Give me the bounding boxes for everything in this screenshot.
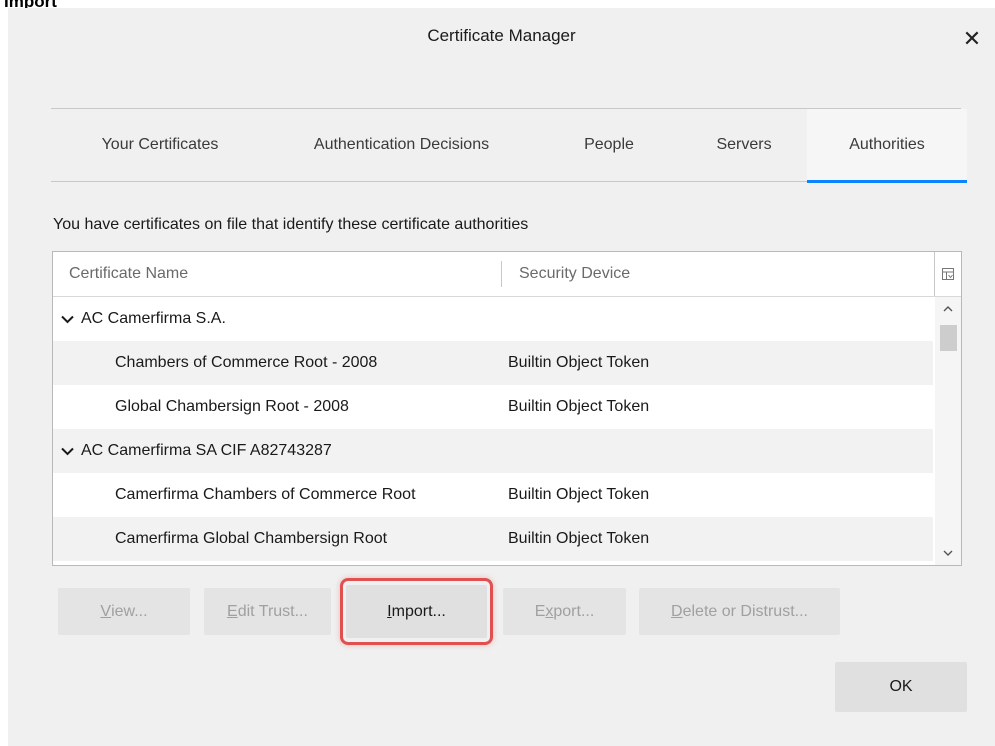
certificate-name: Global Chambersign Root - 2008 (115, 398, 349, 415)
export-label: port... (553, 602, 595, 620)
chevron-down-icon[interactable] (61, 297, 74, 341)
view-accesskey: V (100, 602, 112, 620)
chevron-down-icon[interactable] (61, 429, 74, 473)
caption-text: Import (0, 0, 57, 8)
tree-group-row[interactable]: AC Camerfirma SA CIF A82743287 (53, 429, 933, 473)
table-row[interactable]: Global Chambersign Root - 2008 Builtin O… (53, 385, 933, 429)
security-device: Builtin Object Token (508, 530, 650, 547)
security-device: Builtin Object Token (508, 398, 650, 415)
certificate-manager-dialog: Certificate Manager ✕ Your Certificates … (8, 8, 995, 746)
intro-text: You have certificates on file that ident… (53, 216, 529, 233)
tab-servers[interactable]: Servers (684, 109, 804, 181)
column-picker-icon[interactable] (934, 252, 961, 296)
table-row[interactable]: Camerfirma Chambers of Commerce Root Bui… (53, 473, 933, 517)
export-button[interactable]: Ex port... (503, 588, 626, 635)
tree-header: Certificate Name Security Device (53, 252, 961, 297)
tab-authentication-decisions[interactable]: Authentication Decisions (269, 109, 534, 181)
scroll-down-icon[interactable] (935, 541, 961, 565)
tree-group-row[interactable]: AC Camerfirma S.A. (53, 297, 933, 341)
certificate-tree: Certificate Name Security Device AC Came… (52, 251, 962, 566)
table-row[interactable]: Camerfirma Global Chambersign Root Built… (53, 517, 933, 561)
column-header-security-device[interactable]: Security Device (519, 252, 630, 296)
scroll-thumb[interactable] (940, 325, 957, 351)
window-title: Certificate Manager (427, 26, 576, 45)
tab-your-certificates[interactable]: Your Certificates (51, 109, 269, 181)
delete-label: elete or Distrust... (682, 602, 808, 620)
ok-button[interactable]: OK (835, 662, 967, 712)
group-name: AC Camerfirma S.A. (81, 310, 226, 327)
vertical-scrollbar[interactable] (935, 297, 961, 565)
tab-authorities[interactable]: Authorities (807, 109, 967, 183)
delete-or-distrust-button[interactable]: Delete or Distrust... (639, 588, 840, 635)
column-header-certificate-name[interactable]: Certificate Name (69, 252, 188, 296)
certificate-name: Chambers of Commerce Root - 2008 (115, 354, 378, 371)
column-separator[interactable] (501, 261, 502, 287)
view-button[interactable]: View... (58, 588, 190, 635)
view-label: iew... (111, 602, 148, 620)
security-device: Builtin Object Token (508, 486, 650, 503)
group-name: AC Camerfirma SA CIF A82743287 (81, 442, 332, 459)
edit-trust-accesskey: E (227, 602, 238, 620)
export-label-pre: E (534, 602, 546, 620)
column-picker-glyph (942, 268, 954, 280)
export-accesskey: x (545, 602, 554, 620)
scroll-up-icon[interactable] (935, 297, 961, 321)
tree-rows: AC Camerfirma S.A. Chambers of Commerce … (53, 297, 933, 561)
edit-trust-label: dit Trust... (237, 602, 308, 620)
edit-trust-button[interactable]: Edit Trust... (204, 588, 331, 635)
title-bar: Certificate Manager ✕ (8, 8, 995, 64)
tab-bar: Your Certificates Authentication Decisio… (51, 108, 967, 183)
import-highlight-box (340, 578, 493, 645)
certificate-name: Camerfirma Chambers of Commerce Root (115, 486, 416, 503)
close-icon[interactable]: ✕ (949, 16, 995, 62)
tab-people[interactable]: People (534, 109, 684, 181)
certificate-name: Camerfirma Global Chambersign Root (115, 530, 388, 547)
table-row[interactable]: Chambers of Commerce Root - 2008 Builtin… (53, 341, 933, 385)
security-device: Builtin Object Token (508, 354, 650, 371)
delete-accesskey: D (671, 602, 683, 620)
